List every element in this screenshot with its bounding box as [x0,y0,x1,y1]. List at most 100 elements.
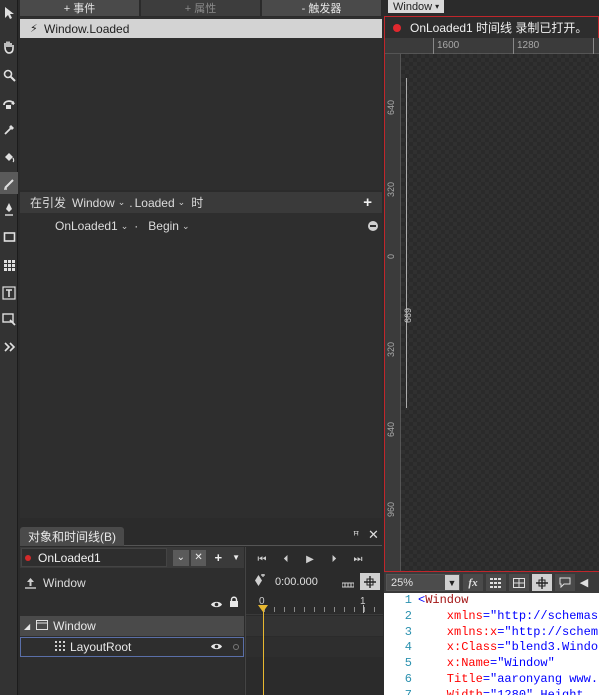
xaml-line[interactable]: 5 x:Name="Window" [384,656,555,672]
pan-hand-icon[interactable] [0,36,18,58]
tree-item-layoutroot[interactable]: LayoutRoot [20,637,244,657]
close-icon: ✕ [194,552,203,563]
paint-bucket-icon[interactable] [0,146,18,168]
snapping-toggle-button[interactable] [360,573,380,590]
tree-item-label: LayoutRoot [70,640,132,654]
lock-toggle-icon[interactable] [233,644,239,650]
last-frame-icon[interactable]: ⏭ [350,552,366,566]
xaml-token: xmlns [418,608,483,623]
recording-text: OnLoaded1 时间线 录制已打开。 [410,21,588,35]
xaml-token: x:Class [418,640,498,655]
new-timeline-button[interactable]: + [210,549,227,566]
brush-transform-icon[interactable] [0,172,18,194]
timeline-track-window [246,616,383,636]
timeline-selector[interactable]: OnLoaded1 [21,548,167,567]
ruler-tick-label: 640 [386,422,396,438]
asset-tool-icon[interactable] [0,308,18,330]
current-time[interactable]: 0:00.000 [275,576,318,588]
xaml-line[interactable]: 1 <Window [384,593,469,609]
add-event-button[interactable]: + 事件 [20,0,140,16]
timeline-name: OnLoaded1 [38,550,101,565]
visibility-eye-icon[interactable] [210,598,223,612]
event-name-dropdown[interactable]: Loaded ⌄ [135,196,186,210]
line-number: 1 [404,593,412,607]
triggers-list: ⚡ Window.Loaded [20,17,382,190]
expand-triangle-icon[interactable]: ◢ [24,622,30,631]
grid-layout-icon[interactable] [0,254,18,276]
zoom-dropdown[interactable]: 25% ▼ [386,574,460,591]
tree-item-window[interactable]: ◢ Window [20,616,244,636]
xaml-line[interactable]: 4 x:Class="blend3.Windo [384,640,598,656]
rectangle-tool-icon[interactable] [0,226,18,248]
scroll-left-icon[interactable]: ◀ [578,574,590,591]
keyframe-record-icon[interactable] [252,573,265,590]
timeline-zoom-icon[interactable] [341,578,355,592]
playhead-line[interactable] [263,607,264,695]
double-chevron-down-icon: ⌄ [176,552,185,563]
xaml-code: x:Name="Window" [418,656,555,672]
annotations-button[interactable] [555,574,575,591]
add-property-button[interactable]: + 属性 [141,0,261,16]
event-name-value: Loaded [134,195,175,210]
xaml-token: "http://schemas [490,608,599,623]
zoom-value: 25% [391,576,414,589]
xaml-token: = [482,608,491,623]
add-action-plus-icon[interactable]: + [363,194,372,211]
fx-label: fx [468,576,478,589]
xaml-token: Window [425,593,469,607]
tools-toolbar [0,0,18,695]
xaml-token: xmlns:x [418,624,498,639]
remove-trigger-button[interactable]: - 触发器 [262,0,382,16]
more-tools-icon[interactable] [0,336,18,358]
pen-tool-icon[interactable] [0,198,18,220]
first-frame-icon[interactable]: ⏮ [254,552,270,566]
text-tool-icon[interactable] [0,282,18,304]
trigger-condition-bar: 在引发 Window ⌄ . Loaded ⌄ 时 + [20,192,382,213]
close-timeline-button[interactable]: ✕ [190,549,207,566]
visibility-eye-icon[interactable] [210,640,223,654]
scope-up-icon[interactable] [24,577,37,589]
event-source-dropdown[interactable]: Window ⌄ [72,196,125,210]
lock-icon[interactable] [229,596,239,611]
remove-action-minus-icon[interactable] [368,221,378,231]
record-indicator-icon[interactable] [393,23,401,32]
snap-to-grid-button[interactable] [509,574,529,591]
show-grid-button[interactable] [486,574,506,591]
pin-icon[interactable]: ꟸ [353,529,359,542]
scope-dropdown[interactable]: Window ▾ [388,0,445,13]
artboard-canvas[interactable]: 1600 1280 640 320 0 320 640 960 669 [384,38,599,572]
xaml-line[interactable]: 6 Title="aaronyang www. [384,672,598,688]
chevron-down-icon: ▼ [232,553,241,562]
tab-objects-and-timeline[interactable]: 对象和时间线(B) [20,527,124,546]
height-adorner-line [406,78,410,408]
play-icon[interactable]: ▶ [302,552,318,566]
timeline-ticks [264,607,383,612]
trigger-actions-area: OnLoaded1 ⌄ · Begin ⌄ [20,213,382,518]
camera-orbit-icon[interactable] [0,92,18,114]
timeline-dropdown[interactable]: OnLoaded1 ⌄ [55,219,128,233]
trigger-list-item[interactable]: ⚡ Window.Loaded [20,19,382,38]
line-number: 4 [404,640,412,655]
xaml-editor[interactable]: 1 <Window 2 xmlns="http://schemas 3 xmlns:x… [384,593,599,695]
next-frame-icon[interactable]: ⏵ [326,552,342,566]
snap-to-snaplines-button[interactable] [532,574,552,591]
xaml-code: xmlns="http://schemas [418,609,598,625]
eyedropper-icon[interactable] [0,118,18,140]
recording-status-bar: OnLoaded1 时间线 录制已打开。 [384,16,599,38]
chevron-down-icon: ▾ [435,2,440,11]
condition-suffix: 时 [191,196,204,210]
previous-frame-icon[interactable]: ⏴ [278,552,294,566]
new-timeline-dropdown[interactable]: ▼ [228,549,244,566]
xaml-line[interactable]: 7 Width="1280" Height [384,688,584,695]
close-icon[interactable]: ✕ [368,527,379,543]
action-verb-dropdown[interactable]: Begin ⌄ [148,219,189,233]
snap-crosshair-icon [364,575,376,588]
xaml-line[interactable]: 3 xmlns:x="http://schem [384,625,598,641]
effects-button[interactable]: fx [463,574,483,591]
selection-tool-icon[interactable] [0,2,18,24]
timeline-menu-button[interactable]: ⌄ [172,549,189,566]
xaml-token: x:Name [418,656,491,671]
ruler-tick-label: 960 [386,502,396,518]
zoom-tool-icon[interactable] [0,64,18,86]
xaml-line[interactable]: 2 xmlns="http://schemas [384,609,598,625]
